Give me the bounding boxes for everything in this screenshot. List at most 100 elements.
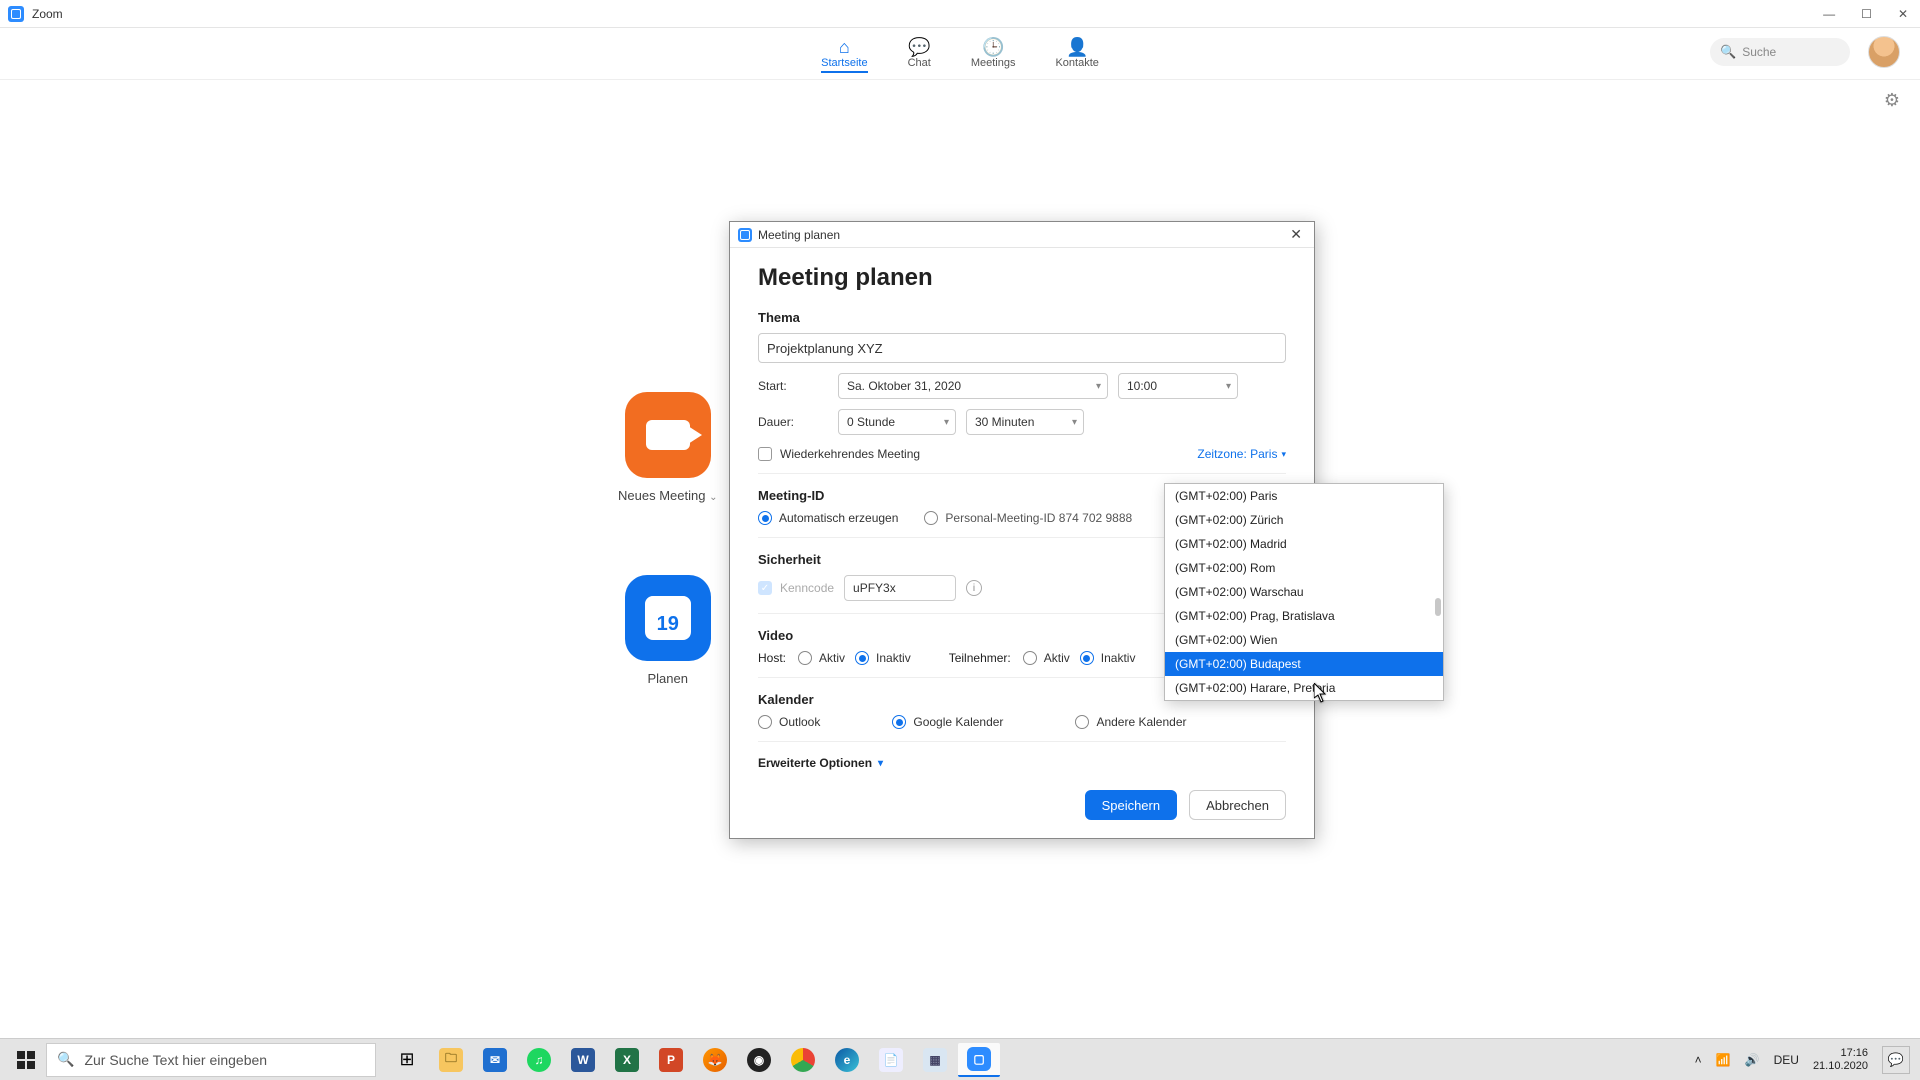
timezone-option[interactable]: (GMT+02:00) Madrid — [1165, 532, 1443, 556]
window-title: Zoom — [32, 7, 63, 21]
topic-input[interactable] — [758, 333, 1286, 363]
avatar[interactable] — [1868, 36, 1900, 68]
wifi-icon[interactable]: 📶 — [1716, 1053, 1731, 1067]
timezone-option[interactable]: (GMT+02:00) Warschau — [1165, 580, 1443, 604]
mail-icon[interactable]: ✉ — [474, 1043, 516, 1077]
timezone-option[interactable]: (GMT+02:00) Zürich — [1165, 508, 1443, 532]
timezone-option[interactable]: (GMT+02:00) Budapest — [1165, 652, 1443, 676]
cal-google-radio[interactable]: Google Kalender — [892, 715, 1003, 729]
edge-icon[interactable]: e — [826, 1043, 868, 1077]
date-select[interactable]: Sa. Oktober 31, 2020 — [838, 373, 1108, 399]
timezone-option[interactable]: (GMT+02:00) Wien — [1165, 628, 1443, 652]
nav-chat[interactable]: 💬 Chat — [908, 37, 931, 71]
windows-taskbar: 🔍 Zur Suche Text hier eingeben ⊞ 🗀 ✉ ♫ W… — [0, 1038, 1920, 1080]
zoom-app-icon — [8, 6, 24, 22]
new-meeting-tile[interactable]: Neues Meeting ⌄ — [618, 392, 717, 503]
meeting-id-auto-radio[interactable]: Automatisch erzeugen — [758, 511, 898, 525]
taskbar-search[interactable]: 🔍 Zur Suche Text hier eingeben — [46, 1043, 376, 1077]
minimize-button[interactable]: — — [1819, 7, 1839, 21]
nav-home[interactable]: ⌂ Startseite — [821, 37, 867, 73]
spotify-icon[interactable]: ♫ — [518, 1043, 560, 1077]
cal-other-radio[interactable]: Andere Kalender — [1075, 715, 1186, 729]
timezone-option[interactable]: (GMT+02:00) Harare, Pretoria — [1165, 676, 1443, 700]
hours-value: 0 Stunde — [847, 415, 895, 429]
hours-select[interactable]: 0 Stunde — [838, 409, 956, 435]
participant-inactive-radio[interactable]: Inaktiv — [1080, 651, 1136, 665]
minutes-value: 30 Minuten — [975, 415, 1034, 429]
timezone-link[interactable]: Zeitzone: Paris — [1197, 447, 1286, 461]
dialog-heading: Meeting planen — [758, 264, 1286, 292]
volume-icon[interactable]: 🔊 — [1745, 1053, 1760, 1067]
timezone-option[interactable]: (GMT+02:00) Paris — [1165, 484, 1443, 508]
app-icon[interactable]: ▦ — [914, 1043, 956, 1077]
excel-icon[interactable]: X — [606, 1043, 648, 1077]
scrollbar-thumb[interactable] — [1435, 598, 1441, 616]
file-explorer-icon[interactable]: 🗀 — [430, 1043, 472, 1077]
host-inactive-label: Inaktiv — [876, 651, 911, 665]
maximize-button[interactable]: ☐ — [1857, 7, 1876, 21]
tray-expand-icon[interactable]: ˄ — [1695, 1053, 1702, 1067]
schedule-tile[interactable]: 19 Planen — [625, 575, 711, 686]
dialog-close-button[interactable]: ✕ — [1286, 226, 1306, 243]
calendar-icon: 19 — [645, 596, 691, 640]
timezone-option[interactable]: (GMT+02:00) Prag, Bratislava — [1165, 604, 1443, 628]
dialog-window-title: Meeting planen — [758, 228, 840, 242]
time-select[interactable]: 10:00 — [1118, 373, 1238, 399]
word-icon[interactable]: W — [562, 1043, 604, 1077]
advanced-options-toggle[interactable]: Erweiterte Optionen — [758, 756, 883, 770]
host-active-radio[interactable]: Aktiv — [798, 651, 845, 665]
cal-outlook-radio[interactable]: Outlook — [758, 715, 820, 729]
info-icon[interactable]: i — [966, 580, 982, 596]
participant-active-radio[interactable]: Aktiv — [1023, 651, 1070, 665]
timezone-option[interactable]: (GMT+02:00) Rom — [1165, 556, 1443, 580]
minutes-select[interactable]: 30 Minuten — [966, 409, 1084, 435]
camera-icon — [646, 420, 690, 450]
host-inactive-radio[interactable]: Inaktiv — [855, 651, 911, 665]
host-label: Host: — [758, 651, 786, 665]
zoom-taskbar-icon[interactable]: ▢ — [958, 1043, 1000, 1077]
time-value: 10:00 — [1127, 379, 1157, 393]
recurring-checkbox[interactable]: Wiederkehrendes Meeting — [758, 447, 920, 461]
clock-time: 17:16 — [1813, 1047, 1868, 1060]
close-window-button[interactable]: ✕ — [1894, 7, 1912, 21]
language-indicator[interactable]: DEU — [1774, 1053, 1799, 1067]
meeting-id-personal-label: Personal-Meeting-ID 874 702 9888 — [945, 511, 1132, 525]
top-nav: ⌂ Startseite 💬 Chat 🕒 Meetings 👤 Kontakt… — [0, 28, 1920, 80]
cal-google-label: Google Kalender — [913, 715, 1003, 729]
cancel-button[interactable]: Abbrechen — [1189, 790, 1286, 820]
taskbar-clock[interactable]: 17:16 21.10.2020 — [1813, 1047, 1868, 1073]
timezone-dropdown[interactable]: (GMT+02:00) Paris(GMT+02:00) Zürich(GMT+… — [1164, 483, 1444, 701]
nav-contacts-label: Kontakte — [1055, 57, 1098, 69]
recurring-label: Wiederkehrendes Meeting — [780, 447, 920, 461]
task-view-icon[interactable]: ⊞ — [386, 1043, 428, 1077]
search-icon: 🔍 — [1720, 44, 1736, 60]
schedule-label: Planen — [647, 671, 687, 686]
nav-meetings[interactable]: 🕒 Meetings — [971, 37, 1016, 71]
participant-inactive-label: Inaktiv — [1101, 651, 1136, 665]
obs-icon[interactable]: ◉ — [738, 1043, 780, 1077]
search-placeholder: Suche — [1742, 45, 1776, 59]
nav-chat-label: Chat — [908, 57, 931, 69]
taskbar-search-placeholder: Zur Suche Text hier eingeben — [84, 1052, 267, 1068]
host-active-label: Aktiv — [819, 651, 845, 665]
search-input[interactable]: 🔍 Suche — [1710, 38, 1850, 66]
cal-outlook-label: Outlook — [779, 715, 820, 729]
save-button[interactable]: Speichern — [1085, 790, 1178, 820]
search-icon: 🔍 — [57, 1051, 74, 1068]
duration-label: Dauer: — [758, 415, 828, 429]
clock-date: 21.10.2020 — [1813, 1060, 1868, 1073]
passcode-input[interactable] — [844, 575, 956, 601]
chrome-icon[interactable] — [782, 1043, 824, 1077]
nav-contacts[interactable]: 👤 Kontakte — [1055, 37, 1098, 71]
start-button[interactable] — [6, 1043, 46, 1077]
powerpoint-icon[interactable]: P — [650, 1043, 692, 1077]
contacts-icon: 👤 — [1066, 37, 1088, 57]
home-tiles: Neues Meeting ⌄ 19 Planen — [618, 392, 717, 686]
home-icon: ⌂ — [839, 37, 850, 57]
firefox-icon[interactable]: 🦊 — [694, 1043, 736, 1077]
meeting-id-personal-radio[interactable]: Personal-Meeting-ID 874 702 9888 — [924, 511, 1132, 525]
scrollbar[interactable] — [1433, 486, 1441, 698]
notifications-icon[interactable]: 💬 — [1882, 1046, 1910, 1074]
notepad-icon[interactable]: 📄 — [870, 1043, 912, 1077]
settings-gear-icon[interactable]: ⚙ — [1884, 90, 1900, 111]
